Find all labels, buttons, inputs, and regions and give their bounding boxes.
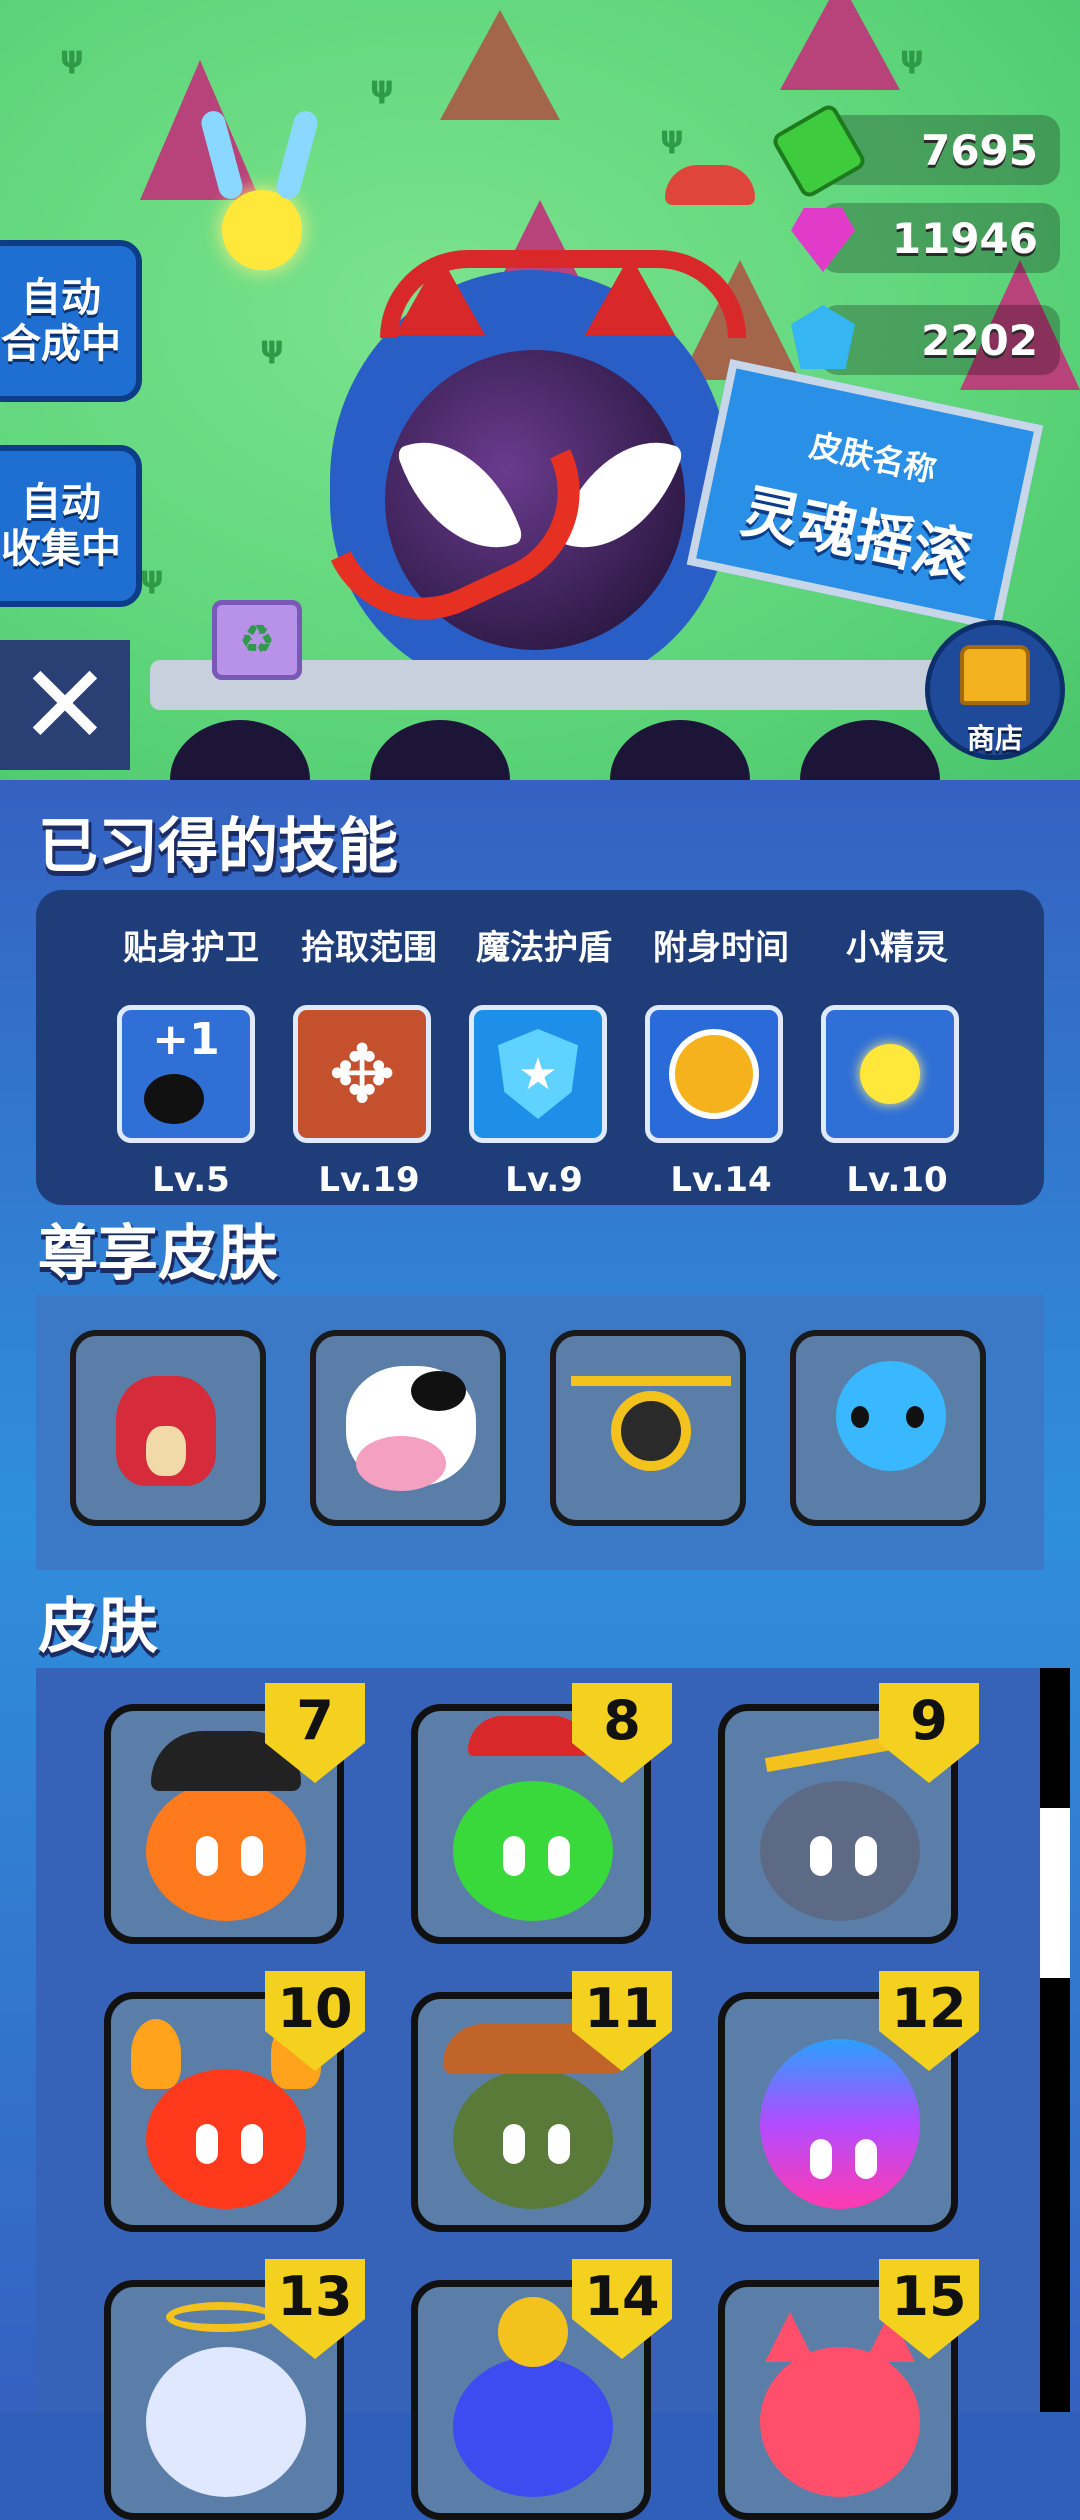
cash-value: 7695 <box>921 125 1038 175</box>
skin-name-sign: 皮肤名称 灵魂摇滚 <box>686 359 1044 631</box>
skills-box: 贴身护卫 拾取范围 魔法护盾 附身时间 小精灵 +1 ✥ ★ Lv.5 Lv.1… <box>36 890 1044 1205</box>
grass-icon: ψ <box>140 560 164 595</box>
pink-tree-icon <box>140 60 260 200</box>
knight-blob-icon[interactable]: 12 <box>718 1971 979 2232</box>
skin-number-badge: 12 <box>879 1971 979 2071</box>
skin-number-badge: 13 <box>265 2259 365 2359</box>
stopwatch-icon[interactable] <box>645 1005 783 1143</box>
bomb-shape <box>144 1074 204 1124</box>
angel-blob-icon[interactable]: 13 <box>104 2259 365 2520</box>
game-scene: ψ ψ ψ ψ ψ ψ ψ 皮肤名称 灵魂摇滚 ♻ 自动 合成中 自动 收集中 … <box>0 0 1080 780</box>
star-shield-icon[interactable]: ★ <box>469 1005 607 1143</box>
shop-button[interactable]: 商店 <box>925 620 1065 760</box>
close-icon[interactable]: ✕ <box>0 640 130 770</box>
fairy-sprite <box>222 190 302 270</box>
scrollbar-thumb[interactable] <box>1040 1808 1070 1978</box>
skin-number-badge: 14 <box>572 2259 672 2359</box>
dark-orb <box>800 720 940 780</box>
skins-scrollbar[interactable] <box>1040 1668 1070 2412</box>
dark-orb <box>610 720 750 780</box>
pirate-blob-icon[interactable]: 7 <box>104 1683 365 1944</box>
cow-icon[interactable] <box>310 1330 506 1526</box>
drone-icon[interactable] <box>550 1330 746 1526</box>
skin-number-badge: 9 <box>879 1683 979 1783</box>
skill-level: Lv.14 <box>670 1160 772 1200</box>
grass-icon: ψ <box>660 120 684 155</box>
grass-icon: ψ <box>900 40 924 75</box>
fire-blob-icon[interactable]: 10 <box>104 1971 365 2232</box>
skins-panel: 已习得的技能 贴身护卫 拾取范围 魔法护盾 附身时间 小精灵 +1 ✥ ★ Lv… <box>0 780 1080 2520</box>
red-dragon-icon[interactable] <box>70 1330 266 1526</box>
devil-blob-icon[interactable]: 15 <box>718 2259 979 2520</box>
pink-tree-icon <box>780 0 900 90</box>
mushroom-blob-icon[interactable]: 8 <box>411 1683 672 1944</box>
pink-gem-counter: 11946 <box>820 203 1060 273</box>
mushroom-icon <box>665 165 755 205</box>
blue-octopus-icon[interactable] <box>790 1330 986 1526</box>
shop-label: 商店 <box>966 722 1023 755</box>
skill-name: 贴身护卫 <box>123 928 259 968</box>
grass-icon: ψ <box>60 40 84 75</box>
grass-icon: ψ <box>260 330 284 365</box>
vip-skins-box <box>36 1295 1044 1570</box>
vip-skins-title: 尊享皮肤 <box>38 1219 278 1289</box>
brown-tree-icon <box>440 10 560 120</box>
cowboy-blob-icon[interactable]: 11 <box>411 1971 672 2232</box>
skill-level: Lv.5 <box>152 1160 230 1200</box>
recycle-icon[interactable]: ♻ <box>212 600 302 680</box>
plus-one-bomb-icon[interactable]: +1 <box>117 1005 255 1143</box>
cat-ear-icon <box>395 255 485 335</box>
treasure-chest-icon <box>960 645 1030 705</box>
skins-title: 皮肤 <box>38 1592 158 1662</box>
fairy-wing <box>273 108 321 202</box>
skin-number-badge: 8 <box>572 1683 672 1783</box>
cat-ear-icon <box>585 255 675 335</box>
auto-collect-button[interactable]: 自动 收集中 <box>0 445 142 607</box>
skill-name: 魔法护盾 <box>476 928 612 968</box>
blue-crystal-counter: 2202 <box>820 305 1060 375</box>
grass-icon: ψ <box>370 70 394 105</box>
duck-blob-icon[interactable]: 14 <box>411 2259 672 2520</box>
blue-crystal-value: 2202 <box>921 315 1038 365</box>
skill-name: 拾取范围 <box>301 928 437 968</box>
skill-level: Lv.9 <box>505 1160 583 1200</box>
auto-merge-button[interactable]: 自动 合成中 <box>0 240 142 402</box>
expand-arrows-icon[interactable]: ✥ <box>293 1005 431 1143</box>
dark-orb <box>170 720 310 780</box>
skills-title: 已习得的技能 <box>38 812 398 882</box>
skill-level: Lv.10 <box>846 1160 948 1200</box>
pink-gem-value: 11946 <box>891 213 1038 263</box>
axe-blob-icon[interactable]: 9 <box>718 1683 979 1944</box>
fairy-icon[interactable] <box>821 1005 959 1143</box>
skill-level: Lv.19 <box>318 1160 420 1200</box>
skins-grid: 7 8 9 10 11 12 13 14 15 <box>36 1668 1044 2520</box>
skill-name: 小精灵 <box>846 928 948 968</box>
skill-name: 附身时间 <box>653 928 789 968</box>
skill-badge: +1 <box>152 1014 220 1065</box>
dark-orb <box>370 720 510 780</box>
